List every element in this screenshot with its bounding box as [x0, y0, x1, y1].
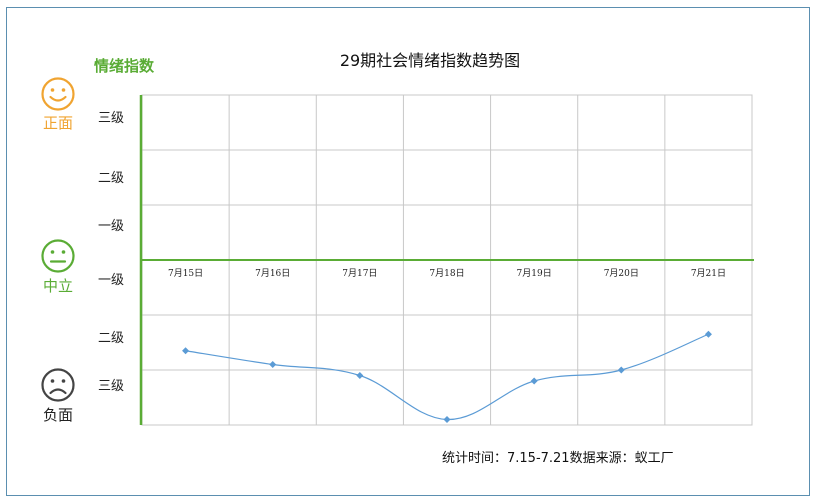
x-tick-labels: 7月15日 7月16日 7月17日 7月18日 7月19日 7月20日 7月21日 — [168, 268, 726, 279]
x-tick-label: 7月20日 — [604, 268, 639, 279]
data-point-marker — [443, 416, 451, 423]
data-point-marker — [269, 361, 277, 368]
x-tick-label: 7月21日 — [691, 268, 726, 279]
data-point-marker — [530, 377, 538, 385]
data-point-marker — [356, 372, 364, 379]
footer-source: 统计时间：7.15-7.21数据来源：蚁工厂 — [442, 451, 674, 466]
x-tick-label: 7月18日 — [429, 268, 464, 279]
series-markers — [182, 330, 712, 423]
data-point-marker — [182, 347, 190, 355]
data-point-marker — [704, 330, 712, 338]
series-line — [185, 333, 709, 421]
x-tick-label: 7月15日 — [168, 268, 203, 279]
data-point-marker — [617, 366, 625, 374]
x-tick-label: 7月16日 — [255, 268, 290, 279]
chart-axes — [139, 95, 754, 425]
x-tick-label: 7月19日 — [517, 268, 552, 279]
x-tick-label: 7月17日 — [342, 268, 377, 279]
line-chart: 7月15日 7月16日 7月17日 7月18日 7月19日 7月20日 7月21日 — [139, 94, 754, 426]
